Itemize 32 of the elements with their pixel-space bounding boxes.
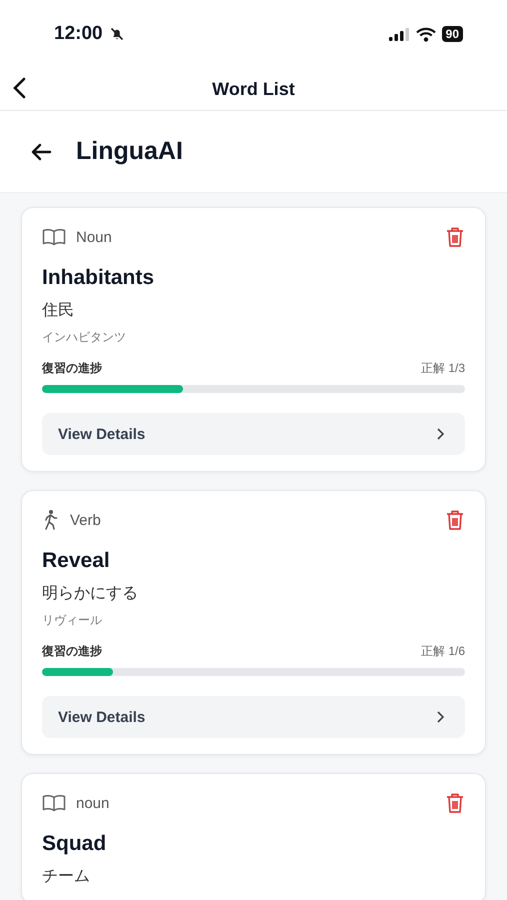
part-of-speech: Noun [76,228,112,246]
word-title: Reveal [42,549,111,573]
trash-icon[interactable] [445,792,465,814]
chevron-right-icon [436,710,445,724]
arrow-left-icon[interactable] [30,142,52,160]
word-meaning: チーム [42,867,91,887]
trash-icon[interactable] [445,509,465,531]
word-reading: インハビタンツ [42,329,127,346]
progress-label: 復習の進捗 [42,360,102,377]
book-icon [42,794,66,812]
word-reading: リヴィール [42,612,103,629]
part-of-speech: noun [76,794,110,812]
word-meaning: 明らかにする [42,584,139,604]
trash-icon[interactable] [445,226,465,248]
chevron-right-icon [436,427,445,441]
back-icon[interactable] [12,77,26,99]
word-title: Inhabitants [42,266,156,290]
book-icon [42,228,66,246]
word-meaning: 住民 [42,301,75,321]
score-text: 正解 1/6 [420,643,465,660]
app-title: LinguaAI [76,137,183,166]
status-time: 12:00 [54,23,103,45]
part-of-speech: Verb [70,512,101,528]
view-details-button[interactable]: View Details [42,696,465,738]
score-text: 正解 1/3 [420,360,465,377]
view-details-button[interactable]: View Details [42,413,465,455]
battery-level: 90 [442,26,463,42]
nav-title: Word List [212,78,295,100]
signal-icon [388,27,410,41]
progress-label: 復習の進捗 [42,643,102,660]
word-title: Squad [42,832,108,856]
wifi-icon [416,26,436,42]
